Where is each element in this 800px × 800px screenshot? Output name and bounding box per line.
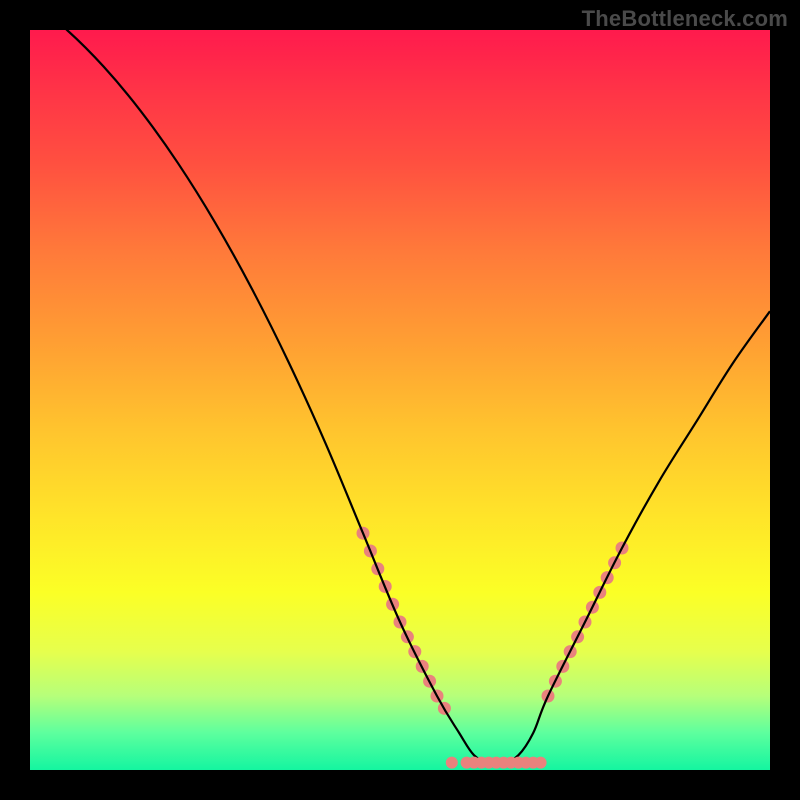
baseline-bead: [446, 757, 458, 769]
watermark-text: TheBottleneck.com: [582, 6, 788, 32]
plot-area: [30, 30, 770, 770]
chart-frame: TheBottleneck.com: [0, 0, 800, 800]
highlight-left-group: [357, 527, 451, 715]
baseline-bead: [535, 757, 547, 769]
bottom-dots-group: [446, 757, 547, 769]
curve-svg: [30, 30, 770, 770]
bottleneck-curve: [30, 30, 770, 764]
